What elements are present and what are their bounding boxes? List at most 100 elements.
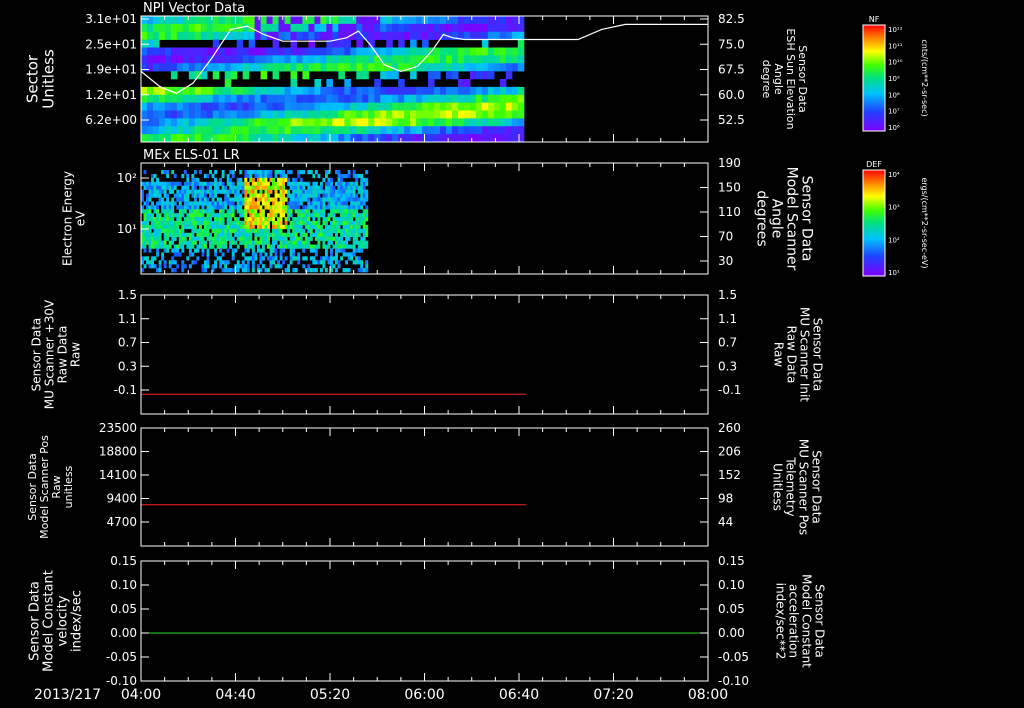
spectrogram-cell [307,268,311,273]
spectrogram-cell [317,224,321,230]
heatmap-cell [481,16,489,25]
spectrogram-cell [365,209,369,214]
spectrogram-cell [345,252,349,257]
spectrogram-cell [330,197,333,202]
spectrogram-cell [362,177,366,183]
heatmap-cell [469,23,477,33]
heatmap-cell [242,110,250,119]
spectrogram-cell [267,236,270,241]
spectrogram-cell [201,193,205,198]
spectrogram-cell [279,205,283,210]
spectrogram-cell [186,177,190,183]
heatmap-cell [386,71,393,80]
heatmap-cell [272,16,280,25]
heatmap-cell [272,23,280,33]
spectrogram-cell [156,228,160,234]
spectrogram-cell [347,256,351,261]
spectrogram-cell [251,193,255,198]
heatmap-cell [212,23,220,33]
spectrogram-cell [216,189,220,194]
spectrogram-cell [256,217,260,222]
heatmap-cell [242,94,250,103]
spectrogram-cell [241,201,245,206]
spectrogram-cell [239,213,243,218]
spectrogram-cell [196,189,200,194]
spectrogram-cell [261,232,265,237]
spectrogram-cell [312,260,316,265]
spectrogram-cell [342,193,346,198]
heatmap-cell [320,86,327,96]
heatmap-cell [398,23,405,33]
spectrogram-cell [312,221,316,226]
x-tick-label: 08:00 [688,687,728,703]
spectrogram-cell [357,228,361,234]
spectrogram-cell [342,240,346,245]
spectrogram-cell [261,185,265,190]
spectrogram-cell [226,268,230,273]
spectrogram-cell [153,244,157,249]
spectrogram-cell [327,193,331,198]
spectrogram-cell [332,189,336,194]
spectrogram-cell [246,173,250,179]
axis-label-line: unitless [62,465,75,508]
spectrogram-cell [244,268,248,273]
heatmap-cell [176,16,184,25]
heatmap-cell [511,86,519,96]
heatmap-cell [194,23,202,33]
spectrogram-cell [282,201,286,206]
heatmap-cell [320,134,327,143]
spectrogram-cell [224,228,228,234]
spectrogram-cell [307,217,311,222]
spectrogram-cell [158,236,162,241]
spectrogram-cell [226,232,230,237]
spectrogram-cell [277,177,280,183]
spectrogram-cell [352,232,356,237]
heatmap-cell [392,31,399,40]
spectrogram-cell [244,256,248,261]
spectrogram-cell [269,217,273,222]
heatmap-cell [487,63,495,72]
heatmap-cell [374,79,381,88]
spectrogram-cell [302,221,306,226]
spectrogram-cell [337,236,341,241]
spectrogram-cell [277,221,280,226]
heatmap-cell [374,110,381,119]
heatmap-cell [457,102,465,111]
heatmap-cell [350,118,357,127]
x-tick-label: 06:00 [404,687,444,703]
heatmap-cell [428,102,435,111]
spectrogram-cell [244,209,248,214]
spectrogram-cell [287,228,291,234]
spectrogram-cell [324,256,328,261]
heatmap-cell [404,31,411,40]
spectrogram-cell [342,185,346,190]
spectrogram-cell [345,197,349,202]
spectrogram-cell [168,201,172,206]
spectrogram-cell [332,256,336,261]
heatmap-cell [278,134,286,143]
heatmap-cell [475,94,483,103]
spectrogram-cell [302,205,306,210]
heatmap-cell [410,94,417,103]
spectrogram-cell [299,177,303,183]
spectrogram-cell [307,240,311,245]
spectrogram-cell [191,189,195,194]
spectrogram-cell [350,201,354,206]
nf-colorbar-units-text: cnts/(cm**2-sr-sec) [920,39,929,116]
heatmap-cell [422,47,429,56]
spectrogram-cell [249,189,253,194]
y-tick-label: 1.2e+01 [85,88,137,102]
spectrogram-cell [264,193,268,198]
x-tick-label: 07:20 [593,687,633,703]
spectrogram-cell [236,185,240,190]
spectrogram-cell [158,193,162,198]
spectrogram-cell [204,181,207,186]
heatmap-cell [314,63,322,72]
heatmap-cell [440,63,447,72]
spectrogram-cell [216,185,220,190]
spectrogram-cell [264,240,268,245]
spectrogram-cell [241,260,245,265]
spectrogram-cell [256,244,260,249]
spectrogram-cell [229,221,233,226]
spectrogram-cell [236,181,240,186]
